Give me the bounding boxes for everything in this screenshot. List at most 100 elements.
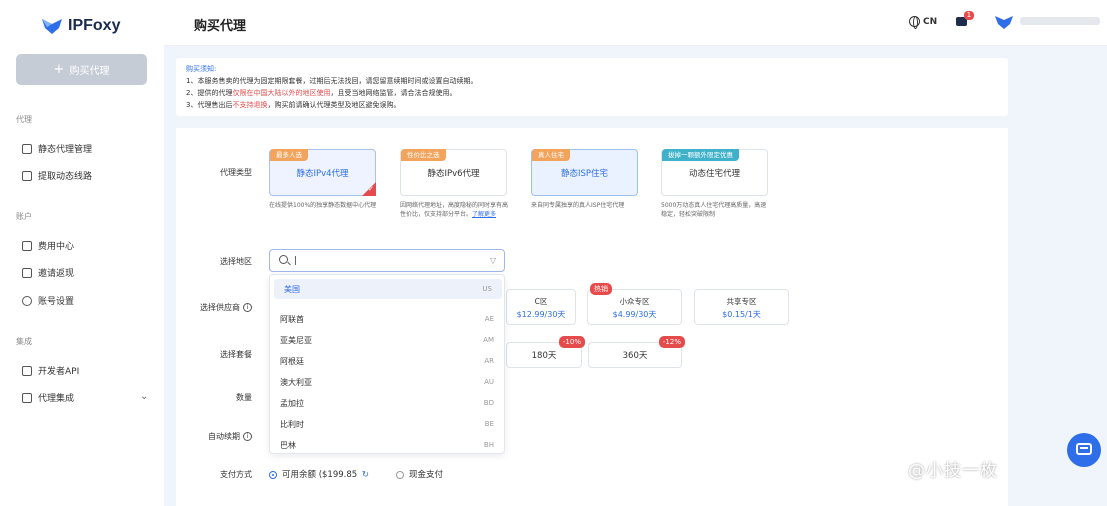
region-name: 阿联酋 (280, 314, 304, 324)
avatar[interactable] (994, 14, 1014, 30)
info-icon[interactable]: i (243, 303, 252, 312)
type-desc-ipv6: 因网络代理地址，高度隐秘的同时享有高性价比，仅支持部分平台。了解更多 (400, 201, 510, 219)
sidebar-item-label: 费用中心 (38, 242, 75, 252)
notice-line-2: 2、提供的代理仅限在中国大陆以外的地区使用，且受当地网络监管，请合法合规使用。 (186, 87, 998, 99)
region-code: US (482, 285, 492, 293)
region-code: AM (483, 336, 494, 344)
language-switcher[interactable]: CN (909, 16, 938, 29)
provider-niche[interactable]: 热销 小众专区 $4.99/30天 (587, 283, 682, 325)
watermark: @小技一枚 (908, 461, 998, 481)
code-icon (22, 365, 32, 376)
notice-text: ，购买前请确认代理类型及地区避免误购。 (267, 101, 401, 109)
region-option-us[interactable]: 美国 US (274, 279, 502, 299)
brand-logo[interactable]: IPFoxy (40, 16, 120, 36)
type-name: 静态IPv6代理 (427, 169, 480, 179)
region-search-input[interactable] (294, 254, 474, 268)
plus-icon: + (53, 62, 65, 77)
type-tag: 最多人选 (270, 149, 308, 161)
sidebar-item-referral[interactable]: 邀请返现 (22, 266, 74, 279)
region-search-select[interactable]: ▽ (269, 249, 505, 272)
proxy-type-static-isp[interactable]: 真人住宅 静态ISP住宅 (531, 149, 638, 196)
label-payment: 支付方式 (220, 470, 252, 479)
selected-check-icon (362, 182, 376, 196)
type-name: 静态ISP住宅 (560, 169, 609, 179)
notice-highlight: 不支持退换 (232, 101, 268, 109)
package-360-days[interactable]: 360天 -12% (588, 336, 685, 368)
provider-c[interactable]: C区 $12.99/30天 (506, 289, 576, 325)
region-code: AR (484, 357, 494, 365)
search-icon (279, 255, 288, 264)
fox-logo-icon (42, 19, 62, 34)
provider-price: $12.99/30天 (516, 310, 566, 319)
provider-price: $4.99/30天 (612, 310, 657, 319)
sidebar-item-account-settings[interactable]: 账号设置 (22, 294, 74, 307)
package-180-days[interactable]: 180天 -10% (506, 336, 585, 368)
region-option-ae[interactable]: 阿联酋 AE (270, 309, 504, 329)
sidebar-item-extract-lines[interactable]: 提取动态线路 (22, 169, 92, 182)
type-desc: 在线提供100%的独享静态数据中心代理 (269, 202, 377, 209)
label-proxy-type: 代理类型 (220, 168, 252, 177)
region-option-au[interactable]: 澳大利亚 AU (270, 372, 504, 392)
sidebar: IPFoxy + 购买代理 代理 静态代理管理 提取动态线路 账户 费用中心 邀… (0, 0, 164, 506)
label-text: 自动续期 (208, 432, 240, 441)
radio-unchecked[interactable] (396, 470, 404, 479)
chevron-down-icon[interactable]: ⌄ (140, 391, 148, 402)
proxy-type-dynamic-residential[interactable]: 拔掉一颗额外限定优惠 动态住宅代理 (661, 149, 768, 196)
sidebar-item-label: 账号设置 (38, 297, 75, 307)
region-option-be[interactable]: 比利时 BE (270, 414, 504, 434)
learn-more-link[interactable]: 了解更多 (472, 211, 496, 218)
type-tag: 性价比之选 (401, 149, 446, 161)
refresh-icon[interactable]: ↻ (362, 470, 369, 480)
sidebar-item-label: 提取动态线路 (38, 172, 93, 182)
notice-text: ，且受当地网络监管，请合法合规使用。 (330, 89, 457, 97)
radio-checked[interactable] (269, 470, 277, 479)
discount-badge: -12% (658, 336, 685, 348)
region-option-bd[interactable]: 孟加拉 BD (270, 393, 504, 413)
sidebar-item-label: 静态代理管理 (38, 145, 93, 155)
label-quantity: 数量 (236, 393, 252, 402)
brand-name: IPFoxy (68, 17, 121, 34)
settings-icon (22, 295, 32, 306)
sidebar-item-billing[interactable]: 费用中心 (22, 239, 74, 252)
buy-proxy-button[interactable]: + 购买代理 (16, 54, 147, 85)
label-text: 选择供应商 (200, 303, 240, 312)
gift-icon (22, 267, 32, 278)
provider-name: 共享专区 (726, 297, 757, 306)
provider-name: C区 (534, 297, 548, 306)
region-code: AU (484, 378, 494, 386)
info-icon[interactable]: i (243, 432, 252, 441)
region-option-bh[interactable]: 巴林 BH (270, 435, 504, 453)
provider-price: $0.15/1天 (722, 310, 761, 319)
proxy-type-static-ipv6[interactable]: 性价比之选 静态IPv6代理 (400, 149, 507, 196)
integration-icon (22, 392, 32, 403)
type-name: 静态IPv4代理 (296, 169, 349, 179)
proxy-type-static-ipv4[interactable]: 最多人选 静态IPv4代理 (269, 149, 376, 196)
sidebar-item-static-proxy[interactable]: 静态代理管理 (22, 142, 92, 155)
label-package: 选择套餐 (220, 350, 252, 359)
top-header: 购买代理 CN 1 (164, 0, 1107, 46)
sidebar-item-label: 开发者API (38, 367, 80, 377)
buy-proxy-label: 购买代理 (69, 66, 110, 77)
region-option-ar[interactable]: 阿根廷 AR (270, 351, 504, 371)
globe-icon (909, 16, 920, 29)
sidebar-item-developer-api[interactable]: 开发者API (22, 364, 79, 377)
username-redacted[interactable] (1020, 17, 1100, 25)
region-option-am[interactable]: 亚美尼亚 AM (270, 330, 504, 350)
chevron-down-icon[interactable]: ▽ (490, 256, 496, 265)
payment-balance-option[interactable]: 可用余额 ($199.85 ↻ (269, 468, 369, 480)
region-dropdown: 美国 US 阿联酋 AE 亚美尼亚 AM 阿根廷 AR 澳大利亚 AU 孟加拉 BD 比利时… (269, 274, 505, 454)
region-name: 美国 (284, 284, 300, 294)
region-name: 孟加拉 (280, 398, 304, 408)
wallet-icon (22, 240, 32, 251)
message-count-badge: 1 (964, 11, 974, 20)
region-code: AE (484, 315, 494, 323)
chat-support-icon[interactable] (1067, 433, 1101, 467)
sidebar-item-proxy-integration[interactable]: 代理集成 (22, 391, 74, 404)
region-code: BD (483, 399, 494, 407)
payment-cash-option[interactable]: 现金支付 (396, 468, 443, 480)
language-label: CN (923, 16, 938, 27)
provider-shared[interactable]: 共享专区 $0.15/1天 (694, 289, 789, 325)
label-auto-renew: 自动续期 i (176, 431, 252, 442)
sidebar-item-label: 邀请返现 (38, 269, 75, 279)
notice-title: 购买须知: (186, 65, 217, 73)
